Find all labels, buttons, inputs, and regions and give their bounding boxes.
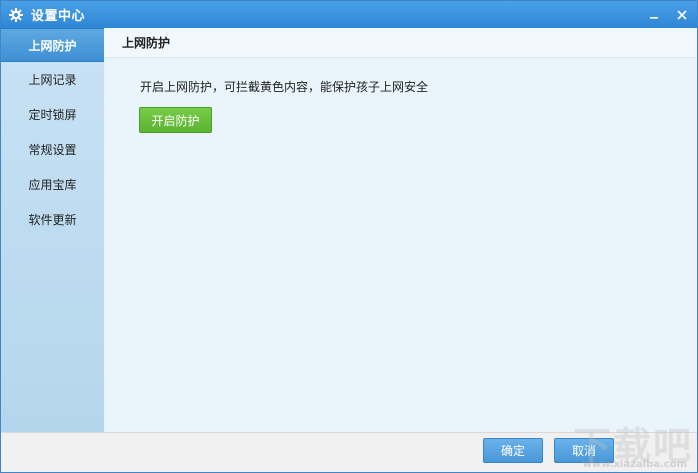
cancel-button[interactable]: 取消 bbox=[554, 438, 614, 463]
sidebar-item-software-update[interactable]: 软件更新 bbox=[1, 202, 104, 237]
sidebar-item-scheduled-lock[interactable]: 定时锁屏 bbox=[1, 97, 104, 132]
gear-icon bbox=[9, 7, 23, 22]
sidebar-item-label: 上网防护 bbox=[28, 38, 77, 53]
sidebar-item-label: 常规设置 bbox=[28, 143, 77, 157]
sidebar: 上网防护 上网记录 定时锁屏 常规设置 应用宝库 软件更新 bbox=[1, 28, 104, 433]
section-title: 上网防护 bbox=[104, 28, 697, 58]
close-button[interactable] bbox=[675, 8, 689, 22]
sidebar-item-label: 定时锁屏 bbox=[28, 108, 77, 122]
sidebar-item-web-history[interactable]: 上网记录 bbox=[1, 62, 104, 97]
sidebar-item-web-protection[interactable]: 上网防护 bbox=[1, 28, 104, 62]
settings-window: 设置中心 上网防护 上网记录 定时锁屏 常规设置 应用宝库 软件更新 上网防护 … bbox=[0, 0, 698, 473]
sidebar-item-label: 应用宝库 bbox=[28, 178, 77, 192]
sidebar-item-label: 上网记录 bbox=[28, 73, 77, 87]
close-icon bbox=[677, 9, 687, 20]
window-title: 设置中心 bbox=[31, 9, 86, 24]
sidebar-item-general-settings[interactable]: 常规设置 bbox=[1, 132, 104, 167]
protection-description: 开启上网防护，可拦截黄色内容，能保护孩子上网安全 bbox=[140, 80, 429, 94]
footer-bar: 确定 取消 下载吧 www.xiazaiba.com bbox=[1, 424, 697, 472]
enable-protection-button[interactable]: 开启防护 bbox=[139, 107, 212, 133]
sidebar-item-label: 软件更新 bbox=[28, 213, 77, 227]
main-panel: 上网防护 开启上网防护，可拦截黄色内容，能保护孩子上网安全 开启防护 bbox=[104, 28, 697, 433]
minimize-button[interactable] bbox=[647, 8, 661, 22]
minimize-icon bbox=[650, 16, 658, 19]
title-bar[interactable]: 设置中心 bbox=[1, 1, 697, 28]
title-controls bbox=[647, 1, 689, 28]
ok-button[interactable]: 确定 bbox=[483, 438, 543, 463]
sidebar-item-app-store[interactable]: 应用宝库 bbox=[1, 167, 104, 202]
